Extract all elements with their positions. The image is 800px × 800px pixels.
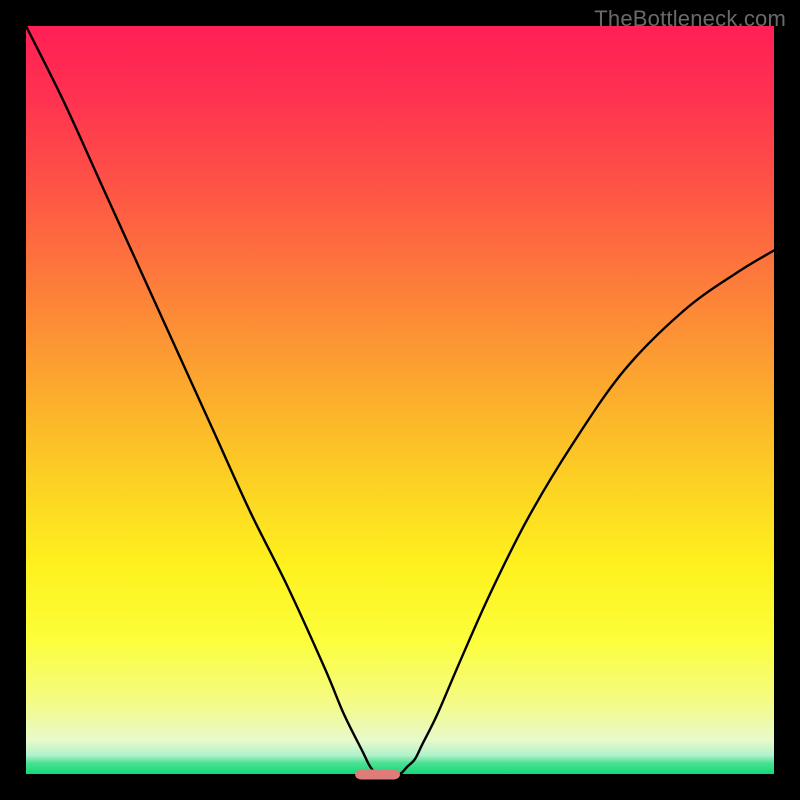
watermark-text: TheBottleneck.com [594, 6, 786, 32]
plot-area [26, 26, 774, 774]
chart-canvas [0, 0, 800, 800]
bottleneck-chart: TheBottleneck.com [0, 0, 800, 800]
optimal-marker [355, 770, 400, 780]
